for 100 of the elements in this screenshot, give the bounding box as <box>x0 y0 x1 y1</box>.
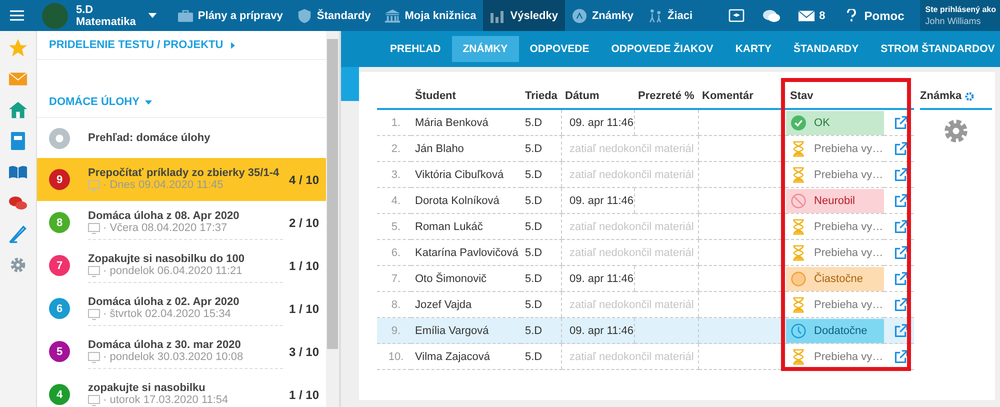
tab[interactable]: STROM ŠTANDARDOV <box>870 36 1000 62</box>
row-number: 3. <box>377 162 411 188</box>
homework-item[interactable]: 5 Domáca úloha z 30. mar 2020 · pondelok 30.03.2020 10:08 3 / 10 <box>37 330 326 373</box>
date-cell: 09. apr 11:46 <box>561 188 634 214</box>
help-icon[interactable] <box>847 9 856 22</box>
settings-icon[interactable] <box>964 92 974 100</box>
tab[interactable]: ŠTANDARDY <box>782 36 870 62</box>
number-badge: 4 <box>49 384 70 405</box>
status-label: Dodatočne <box>786 318 884 342</box>
caret-icon[interactable] <box>145 100 152 104</box>
nav-item[interactable]: Výsledky <box>483 0 565 31</box>
user-name: John Williams <box>925 15 982 27</box>
status-label: Prebieha vy… <box>786 136 884 160</box>
external-link-icon[interactable] <box>894 298 908 312</box>
tab[interactable]: PREHĽAD <box>379 36 452 62</box>
homework-item[interactable]: 6 Domáca úloha z 02. Apr 2020 · štvrtok 02.04.2020 15:34 1 / 10 <box>37 287 326 330</box>
external-link-icon[interactable] <box>894 246 908 260</box>
help-link[interactable]: Pomoc <box>864 8 904 22</box>
progress-note: zatiaľ nedokončil materiál <box>561 162 698 188</box>
class-avatar <box>42 2 68 28</box>
cast-icon[interactable] <box>728 8 746 22</box>
student-name: Mária Benková <box>411 109 521 136</box>
status-label: Prebieha vy… <box>786 214 884 238</box>
tab[interactable]: ODPOVEDE <box>518 36 600 62</box>
external-link-icon[interactable] <box>894 116 908 130</box>
nav-item[interactable]: Moja knižnica <box>378 0 484 31</box>
date-cell: 09. apr 11:46 <box>561 318 634 344</box>
nav-item[interactable]: Plány a prípravy <box>170 0 290 31</box>
clock-icon <box>791 322 806 338</box>
homework-title: Zopakujte si nasobilku do 100 <box>88 253 246 265</box>
star-icon[interactable] <box>9 39 27 57</box>
external-link-icon[interactable] <box>894 324 908 338</box>
homework-item[interactable]: 7 Zopakujte si nasobilku do 100 · pondelok 06.04.2020 11:21 1 / 10 <box>37 244 326 287</box>
status-label: Neurobil <box>786 188 884 212</box>
homework-item[interactable]: 4 zopakujte si nasobilku · utorok 17.03.2020 11:54 1 / 10 <box>37 373 326 407</box>
home-icon[interactable] <box>9 101 27 119</box>
hourglass-icon <box>791 348 806 364</box>
message-count: 8 <box>819 10 826 22</box>
external-link-icon[interactable] <box>894 350 908 364</box>
homework-title: Prepočítať príklady zo zbierky 35/1-4 <box>88 167 280 179</box>
homework-title: zopakujte si nasobilku <box>88 382 206 394</box>
briefcase-icon <box>178 8 193 22</box>
row-number: 6. <box>377 240 411 266</box>
row-number: 10. <box>377 344 411 370</box>
external-link-icon[interactable] <box>894 194 908 208</box>
number-badge: 7 <box>49 255 70 276</box>
student-name: Oto Šimonovič <box>411 266 521 292</box>
pupils-icon <box>648 8 663 22</box>
menu-icon[interactable] <box>10 10 24 21</box>
class-cell: 5.D <box>521 344 561 370</box>
class-selector[interactable]: 5.D Matematika <box>76 4 136 28</box>
submission-count: 1 / 10 <box>288 388 319 402</box>
external-link-icon[interactable] <box>894 168 908 182</box>
caret-right-icon[interactable] <box>231 42 236 48</box>
date-cell: 09. apr 11:46 <box>561 109 634 136</box>
progress-note: zatiaľ nedokončil materiál <box>561 344 698 370</box>
scrollbar[interactable] <box>326 31 339 407</box>
settings-icon[interactable] <box>9 256 27 274</box>
submission-count: 4 / 10 <box>288 172 319 186</box>
notebook-icon[interactable] <box>9 132 27 150</box>
nav-item[interactable]: Známky <box>564 0 641 31</box>
homework-item[interactable]: 9 Prepočítať príklady zo zbierky 35/1-4 · Dnes 09.04.2020 11:45 4 / 10 <box>37 158 326 201</box>
homework-item[interactable]: 8 Domáca úloha z 08. Apr 2020 · Včera 08.04.2020 17:37 2 / 10 <box>37 201 326 244</box>
homework-date: · utorok 17.03.2020 11:54 <box>103 394 228 406</box>
submission-count: 3 / 10 <box>288 344 319 358</box>
mail-icon[interactable] <box>798 8 816 22</box>
chat-icon[interactable] <box>9 194 27 212</box>
row-number: 7. <box>377 266 411 292</box>
student-name: Roman Lukáč <box>411 214 521 240</box>
external-link-icon[interactable] <box>894 220 908 234</box>
overview-link[interactable]: Prehľad: domáce úlohy <box>88 132 210 144</box>
class-cell: 5.D <box>521 136 561 162</box>
homework-title: Domáca úloha z 08. Apr 2020 <box>88 210 240 222</box>
column-header: Trieda <box>521 84 561 109</box>
class-cell: 5.D <box>521 188 561 214</box>
nav-item[interactable]: Štandardy <box>290 0 378 31</box>
homework-date: · pondelok 30.03.2020 10:08 <box>103 351 244 363</box>
caret-icon[interactable] <box>148 13 157 18</box>
external-link-icon[interactable] <box>894 272 908 286</box>
homework-date: · pondelok 06.04.2020 11:21 <box>103 265 242 277</box>
pen-icon[interactable] <box>9 225 27 243</box>
student-name: Vilma Zajacová <box>411 344 521 370</box>
external-link-icon[interactable] <box>894 142 908 156</box>
tab[interactable]: ODPOVEDE ŽIAKOV <box>600 36 724 62</box>
check-icon <box>791 114 806 130</box>
overview-gear-icon <box>49 128 70 148</box>
partial-circle-icon <box>791 270 806 286</box>
column-header: Známka <box>920 90 962 102</box>
column-header: Prezreté % <box>634 84 698 109</box>
status-label: Prebieha vy… <box>786 240 884 264</box>
student-name: Dorota Kolníková <box>411 188 521 214</box>
nav-item[interactable]: Žiaci <box>640 0 700 31</box>
book-icon[interactable] <box>9 163 27 181</box>
homework-date: · Dnes 09.04.2020 11:45 <box>103 179 224 191</box>
settings-icon[interactable] <box>943 118 970 144</box>
progress-note: zatiaľ nedokončil materiál <box>561 214 698 240</box>
class-cell: 5.D <box>521 240 561 266</box>
tab[interactable]: KARTY <box>724 36 782 62</box>
chat-icon[interactable] <box>763 8 780 22</box>
date-cell: 09. apr 11:46 <box>561 266 634 292</box>
